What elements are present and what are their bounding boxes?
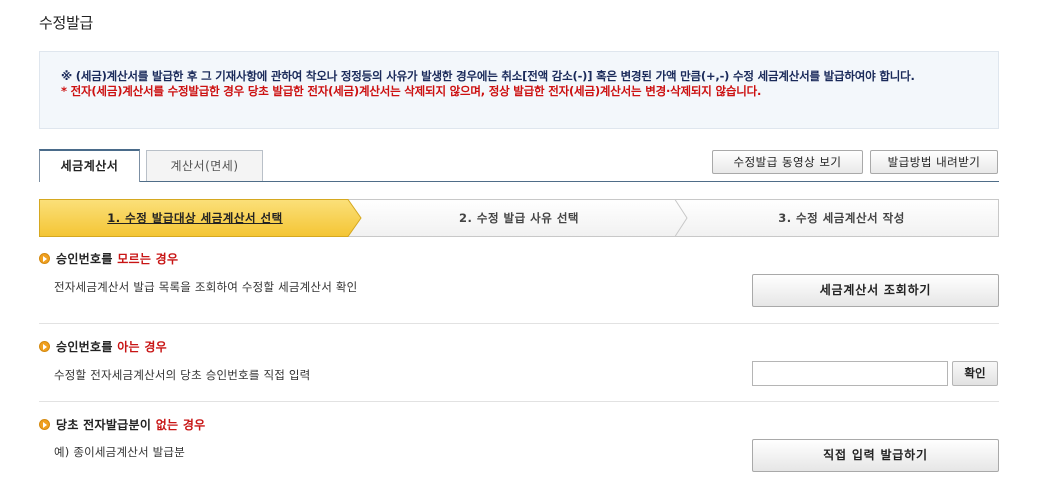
tab-underline [140,181,999,182]
notice-box: ※ (세금)계산서를 발급한 후 그 기재사항에 관하여 착오나 정정등의 사유… [39,51,999,129]
tab-tax-invoice[interactable]: 세금계산서 [39,149,140,182]
step-2-label: 2. 수정 발급 사유 선택 [458,211,580,225]
section-known-title: 승인번호를 아는 경우 [39,338,167,355]
search-invoice-button[interactable]: 세금계산서 조회하기 [752,274,999,307]
notice-warning: * 전자(세금)계산서를 수정발급한 경우 당초 발급한 전자(세금)계산서는 … [61,83,762,98]
section-no-electronic-desc: 예) 종이세금계산서 발급분 [54,445,185,459]
arrow-bullet-icon [39,253,50,264]
video-guide-button[interactable]: 수정발급 동영상 보기 [712,150,863,174]
section-unknown-desc: 전자세금계산서 발급 목록을 조회하여 수정할 세금계산서 확인 [54,280,358,294]
step-3-label: 3. 수정 세금계산서 작성 [778,211,905,225]
section-unknown-title: 승인번호를 모르는 경우 [39,250,178,267]
step-indicator: 1. 수정 발급대상 세금계산서 선택 2. 수정 발급 사유 선택 3. 수정… [39,199,999,237]
section-no-electronic-title: 당초 전자발급분이 없는 경우 [39,416,206,433]
page-title: 수정발급 [39,14,94,32]
divider [39,323,999,324]
direct-input-issue-button[interactable]: 직접 입력 발급하기 [752,439,999,472]
tab-invoice-tax-free[interactable]: 계산서(면세) [146,150,263,181]
approval-number-input[interactable] [752,361,948,386]
confirm-button[interactable]: 확인 [952,361,998,386]
download-guide-button[interactable]: 발급방법 내려받기 [870,150,998,174]
divider [39,401,999,402]
notice-text: ※ (세금)계산서를 발급한 후 그 기재사항에 관하여 착오나 정정등의 사유… [61,69,915,83]
arrow-bullet-icon [39,419,50,430]
arrow-bullet-icon [39,341,50,352]
section-known-desc: 수정할 전자세금계산서의 당초 승인번호를 직접 입력 [54,368,311,382]
step-1-label: 1. 수정 발급대상 세금계산서 선택 [107,211,283,225]
